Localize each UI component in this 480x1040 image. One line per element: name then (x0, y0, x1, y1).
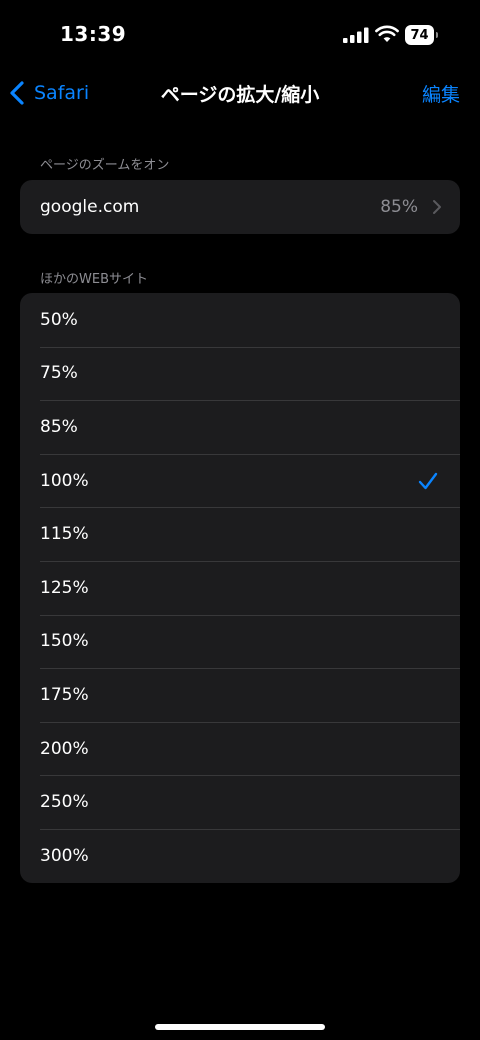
section-header-other-sites: ほかのWEBサイト (40, 272, 148, 287)
zoom-option-label: 115% (40, 524, 89, 545)
per-site-group: google.com 85% (20, 180, 460, 234)
zoom-option-label: 200% (40, 738, 89, 759)
status-bar: 13:39 74 (0, 0, 480, 70)
wifi-icon (375, 25, 399, 42)
zoom-option-label: 300% (40, 845, 89, 866)
zoom-option-label: 85% (40, 416, 78, 437)
zoom-option-label: 100% (40, 470, 89, 491)
zoom-option-115[interactable]: 115% (20, 507, 460, 561)
battery-icon: 74 (405, 25, 439, 45)
zoom-option-label: 75% (40, 363, 78, 384)
site-row-google[interactable]: google.com 85% (20, 180, 460, 234)
battery-cap (436, 32, 438, 38)
zoom-option-100[interactable]: 100% (20, 453, 460, 508)
zoom-option-50[interactable]: 50% (20, 293, 460, 347)
site-zoom-value: 85% (380, 196, 418, 217)
battery-level: 74 (410, 27, 429, 43)
zoom-option-label: 250% (40, 792, 89, 813)
zoom-option-75[interactable]: 75% (20, 346, 460, 401)
zoom-option-300[interactable]: 300% (20, 828, 460, 883)
zoom-option-label: 150% (40, 631, 89, 652)
checkmark-icon (418, 472, 438, 489)
status-time: 13:39 (60, 22, 127, 46)
chevron-left-icon (10, 81, 24, 105)
zoom-option-label: 125% (40, 577, 89, 598)
zoom-option-150[interactable]: 150% (20, 614, 460, 669)
edit-button[interactable]: 編集 (422, 80, 460, 107)
zoom-option-125[interactable]: 125% (20, 560, 460, 615)
back-button-label: Safari (34, 82, 90, 104)
zoom-option-175[interactable]: 175% (20, 668, 460, 722)
section-header-per-site: ページのズームをオン (40, 158, 170, 173)
zoom-options-group: 50% 75% 85% 100% 115% 125% 150% 175% 200… (20, 293, 460, 883)
battery-body: 74 (405, 25, 434, 45)
home-indicator[interactable] (155, 1024, 325, 1030)
zoom-option-label: 50% (40, 309, 78, 330)
zoom-option-85[interactable]: 85% (20, 400, 460, 454)
site-domain: google.com (40, 196, 140, 217)
chevron-right-icon (433, 199, 441, 214)
zoom-option-label: 175% (40, 684, 89, 705)
back-button[interactable]: Safari (8, 78, 89, 108)
navigation-bar: Safari ページの拡大/縮小 編集 (0, 70, 480, 116)
zoom-option-250[interactable]: 250% (20, 775, 460, 829)
signal-icon (343, 27, 369, 43)
zoom-option-200[interactable]: 200% (20, 721, 460, 776)
page-title: ページの拡大/縮小 (160, 84, 320, 106)
